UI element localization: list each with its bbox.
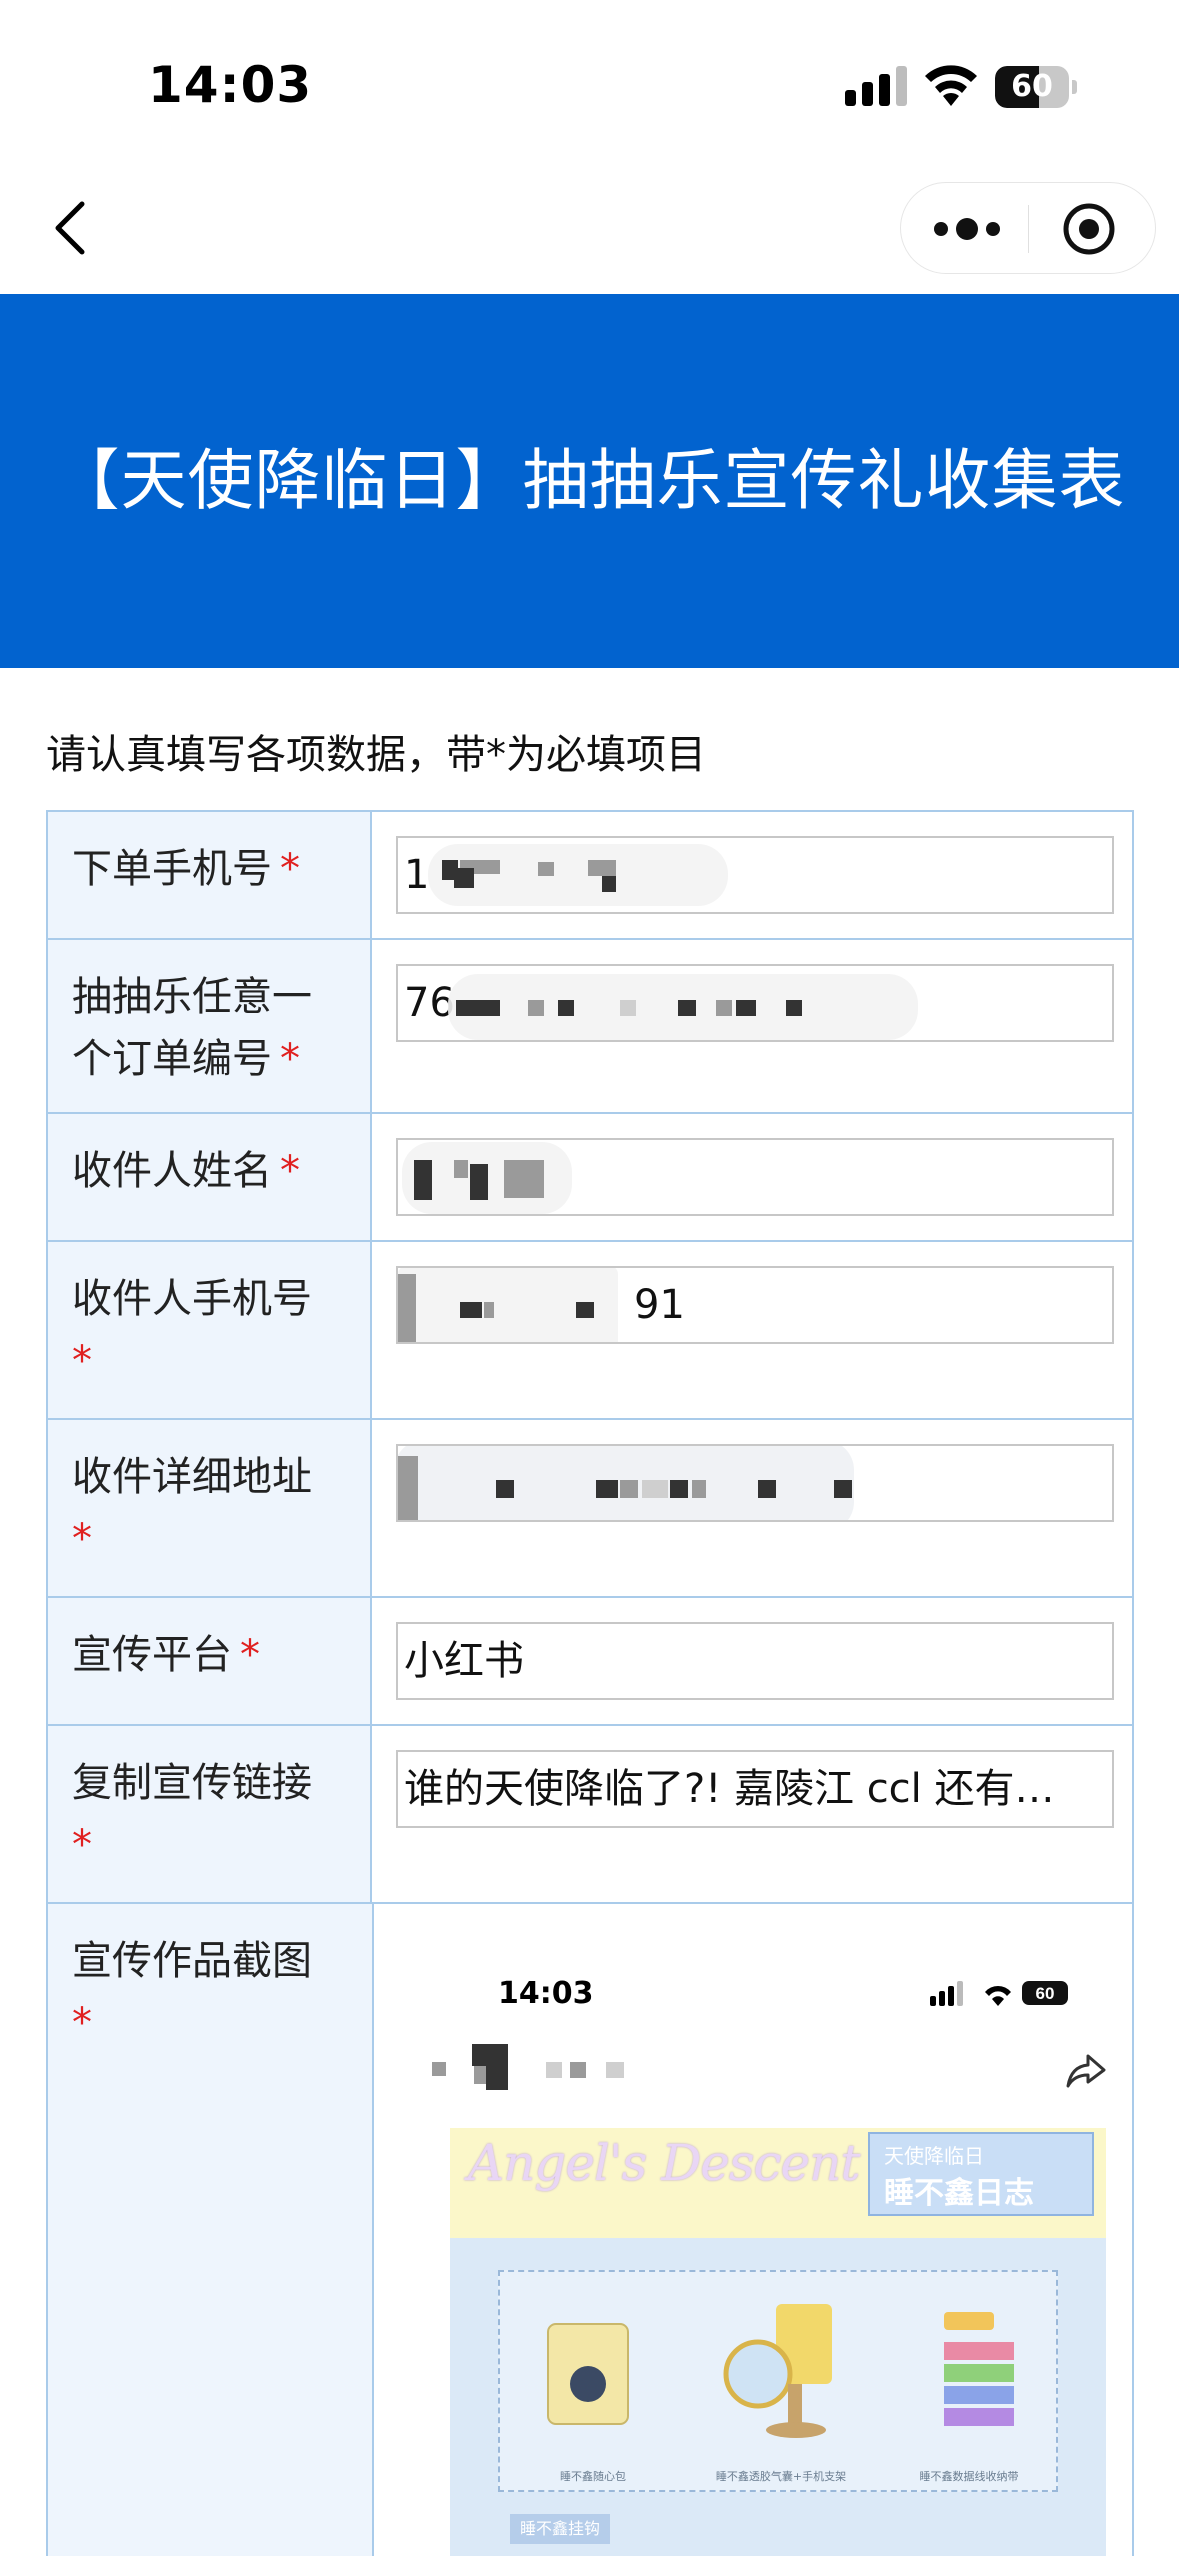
- recipient-name-input[interactable]: [396, 1138, 1114, 1216]
- field-label: 收件详细地址 *: [48, 1420, 372, 1596]
- poster-tag: 天使降临日 睡不鑫日志: [868, 2132, 1094, 2216]
- status-bar: 14:03 60: [0, 0, 1179, 160]
- required-mark: *: [280, 1148, 300, 1194]
- field-label: 宣传平台 *: [48, 1598, 372, 1724]
- order-number-input[interactable]: 76: [396, 964, 1114, 1042]
- signal-icon: [845, 66, 907, 106]
- promo-poster-image: Angel's Descent Day 天使降临日 睡不鑫日志 睡不鑫随心包 睡…: [450, 2128, 1106, 2556]
- required-mark: *: [72, 1516, 92, 1562]
- battery-icon: 60: [995, 66, 1077, 108]
- wifi-icon: [925, 65, 977, 106]
- required-mark: *: [280, 846, 300, 892]
- battery-level: 60: [1011, 69, 1053, 104]
- poster-section-label: 睡不鑫挂钩: [510, 2514, 610, 2544]
- poster-item: 睡不鑫透胶气囊+手机支架: [696, 2284, 866, 2484]
- form-title: 【天使降临日】抽抽乐宣传礼收集表: [53, 442, 1126, 519]
- required-mark: *: [280, 1036, 300, 1082]
- capsule-divider: [1028, 205, 1029, 253]
- address-input[interactable]: [396, 1444, 1114, 1522]
- form-row-order-phone: 下单手机号 * 1: [48, 812, 1132, 940]
- screenshot-status-time: 14:03: [498, 1976, 594, 2011]
- form-table: 下单手机号 * 1 抽抽乐任意一个订单编号 * 76 收件人姓名 * 收件人手机…: [46, 810, 1134, 2556]
- required-mark: *: [240, 1632, 260, 1678]
- screenshot-battery-level: 60: [1036, 1984, 1055, 2003]
- back-chevron-icon[interactable]: [44, 196, 104, 260]
- form-row-link: 复制宣传链接 * 谁的天使降临了?! 嘉陵江 ccl 还有…: [48, 1726, 1132, 1904]
- field-label: 收件人手机号 *: [48, 1242, 372, 1418]
- nav-bar: [0, 160, 1179, 294]
- form-banner: 【天使降临日】抽抽乐宣传礼收集表: [0, 294, 1179, 668]
- form-row-address: 收件详细地址 *: [48, 1420, 1132, 1598]
- form-row-recipient-phone: 收件人手机号 * 91: [48, 1242, 1132, 1420]
- order-phone-input[interactable]: 1: [396, 836, 1114, 914]
- field-label: 抽抽乐任意一个订单编号 *: [48, 940, 372, 1112]
- required-mark: *: [72, 1338, 92, 1384]
- form-row-screenshot: 宣传作品截图 * 14:03 60 Angel's Descent Day 天使…: [48, 1904, 1132, 2556]
- field-label: 下单手机号 *: [48, 812, 372, 938]
- field-label: 宣传作品截图 *: [48, 1904, 374, 2556]
- uploaded-screenshot[interactable]: 14:03 60 Angel's Descent Day 天使降临日 睡不鑫日志…: [398, 1928, 1116, 2556]
- poster-item: 睡不鑫数据线收纳带: [884, 2284, 1054, 2484]
- share-icon: [1066, 2054, 1106, 2088]
- poster-product-panel: 睡不鑫随心包 睡不鑫透胶气囊+手机支架 睡不鑫数据线收纳带: [498, 2270, 1058, 2492]
- close-target-icon[interactable]: [1061, 201, 1117, 257]
- screenshot-status-icons: 60: [930, 1981, 1068, 2006]
- platform-input[interactable]: 小红书: [396, 1622, 1114, 1700]
- required-mark: *: [72, 1822, 92, 1868]
- recipient-phone-input[interactable]: 91: [396, 1266, 1114, 1344]
- required-mark: *: [72, 2000, 92, 2046]
- poster-item: 睡不鑫随心包: [508, 2284, 678, 2484]
- field-label: 收件人姓名 *: [48, 1114, 372, 1240]
- link-input[interactable]: 谁的天使降临了?! 嘉陵江 ccl 还有…: [396, 1750, 1114, 1828]
- form-hint: 请认真填写各项数据，带*为必填项目: [46, 732, 706, 778]
- field-label: 复制宣传链接 *: [48, 1726, 372, 1902]
- form-row-platform: 宣传平台 * 小红书: [48, 1598, 1132, 1726]
- form-row-recipient-name: 收件人姓名 *: [48, 1114, 1132, 1242]
- status-time: 14:03: [148, 56, 313, 114]
- more-dots-icon[interactable]: [929, 207, 1005, 251]
- form-row-order-number: 抽抽乐任意一个订单编号 * 76: [48, 940, 1132, 1114]
- mini-program-capsule: [900, 182, 1156, 274]
